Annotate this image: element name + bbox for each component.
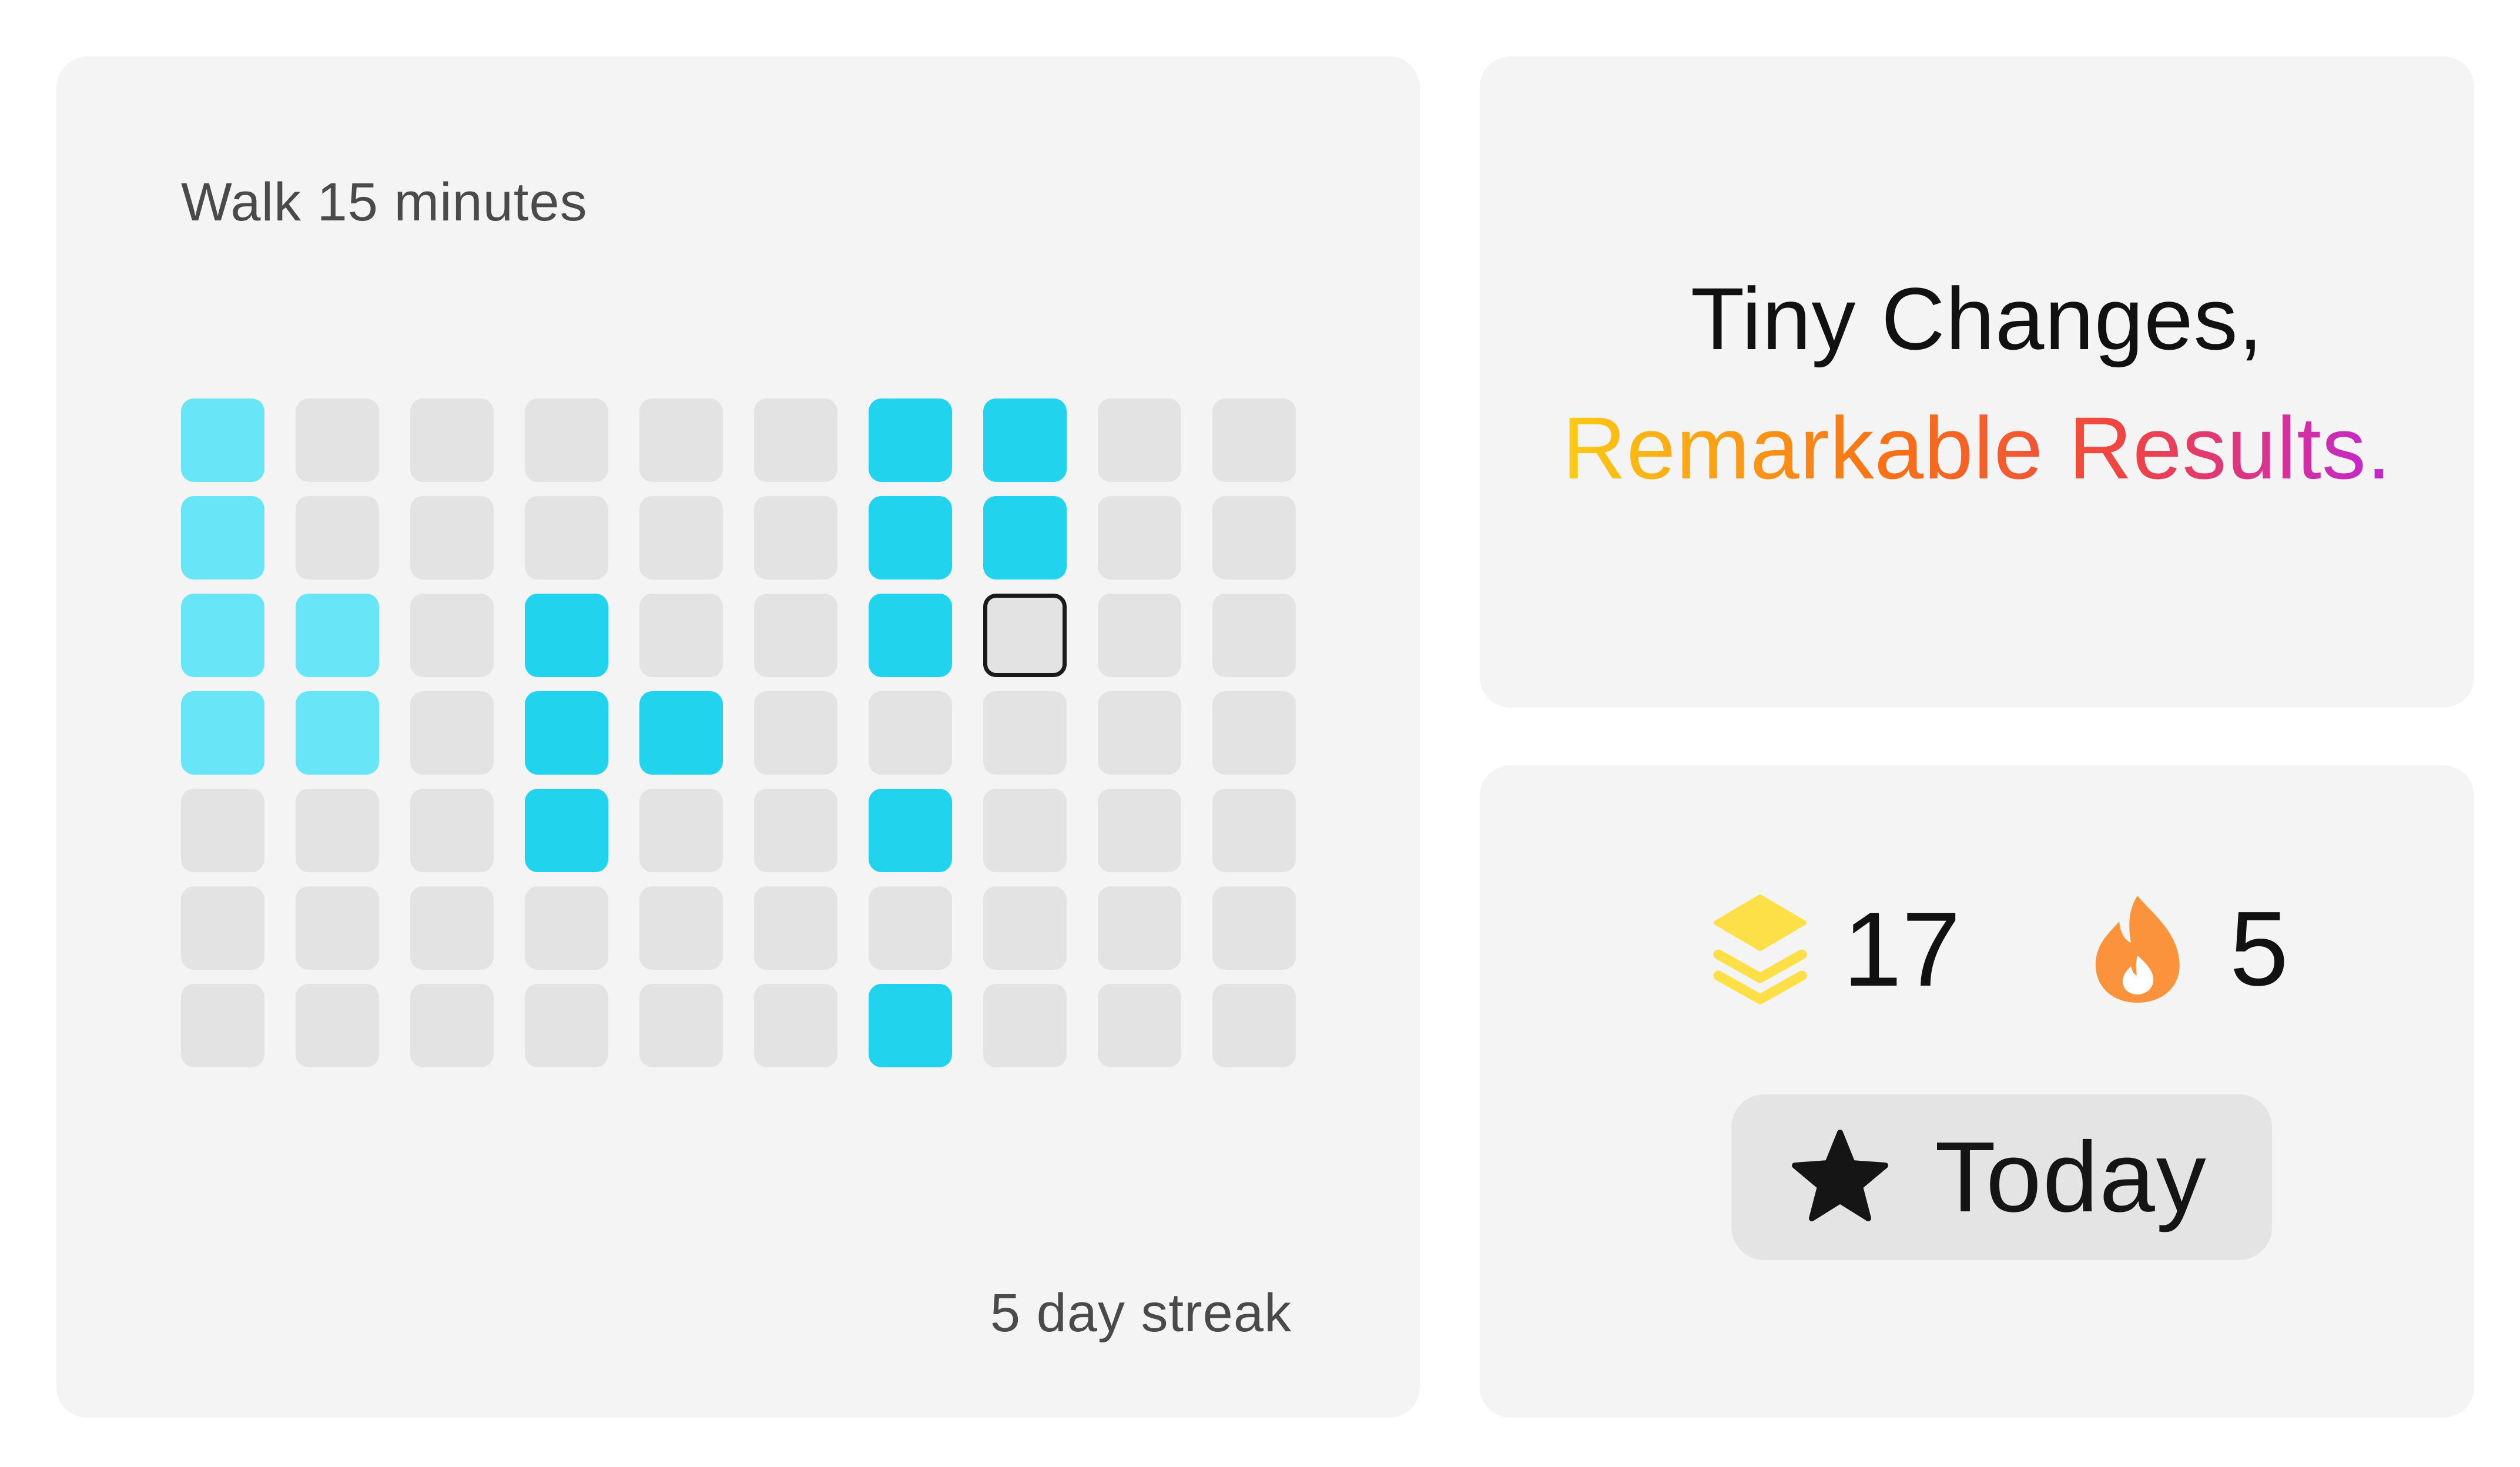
- day-cell[interactable]: [525, 984, 608, 1067]
- quote-line-2-wrap: Remarkable Results.: [1480, 397, 2474, 499]
- habit-card: Walk 15 minutes 5 day streak: [56, 56, 1420, 1418]
- day-cell[interactable]: [983, 789, 1067, 872]
- quote-line-2: Remarkable Results.: [1562, 398, 2392, 497]
- day-cell[interactable]: [639, 496, 723, 580]
- day-cell[interactable]: [754, 886, 837, 970]
- day-cell[interactable]: [1098, 594, 1181, 677]
- today-cell[interactable]: [983, 594, 1067, 677]
- day-cell[interactable]: [181, 594, 264, 677]
- day-cell[interactable]: [1098, 789, 1181, 872]
- streak-label: 5 day streak: [990, 1283, 1292, 1343]
- day-cell[interactable]: [1212, 398, 1296, 482]
- day-cell[interactable]: [983, 691, 1067, 775]
- total-count: 17: [1843, 890, 1961, 1009]
- quote-card: Tiny Changes, Remarkable Results.: [1480, 56, 2474, 708]
- day-cell[interactable]: [181, 691, 264, 775]
- day-cell[interactable]: [410, 789, 494, 872]
- day-cell[interactable]: [410, 984, 494, 1067]
- day-cell[interactable]: [181, 984, 264, 1067]
- day-cell[interactable]: [754, 691, 837, 775]
- day-cell[interactable]: [869, 691, 952, 775]
- day-cell[interactable]: [525, 886, 608, 970]
- day-cell[interactable]: [639, 886, 723, 970]
- day-cell[interactable]: [1212, 496, 1296, 580]
- day-cell[interactable]: [1212, 594, 1296, 677]
- day-cell[interactable]: [296, 984, 379, 1067]
- day-cell[interactable]: [754, 594, 837, 677]
- day-cell[interactable]: [296, 789, 379, 872]
- day-cell[interactable]: [869, 496, 952, 580]
- streak-count: 5: [2230, 890, 2289, 1008]
- day-cell[interactable]: [525, 398, 608, 482]
- day-cell[interactable]: [1098, 398, 1181, 482]
- day-cell[interactable]: [983, 886, 1067, 970]
- day-cell[interactable]: [1212, 691, 1296, 775]
- day-cell[interactable]: [1098, 691, 1181, 775]
- quote-line-1: Tiny Changes,: [1690, 269, 2264, 368]
- today-button[interactable]: Today: [1731, 1094, 2272, 1260]
- day-cell[interactable]: [296, 691, 379, 775]
- day-cell[interactable]: [525, 594, 608, 677]
- day-cell[interactable]: [410, 398, 494, 482]
- habit-title: Walk 15 minutes: [181, 172, 588, 232]
- stats-card: 17 5 Today: [1480, 765, 2474, 1418]
- day-cell[interactable]: [1212, 984, 1296, 1067]
- day-cell[interactable]: [754, 789, 837, 872]
- day-cell[interactable]: [410, 886, 494, 970]
- day-cell[interactable]: [983, 496, 1067, 580]
- day-cell[interactable]: [639, 691, 723, 775]
- day-cell[interactable]: [754, 398, 837, 482]
- day-cell[interactable]: [1098, 984, 1181, 1067]
- day-cell[interactable]: [525, 496, 608, 580]
- day-cell[interactable]: [410, 496, 494, 580]
- day-cell[interactable]: [1212, 886, 1296, 970]
- day-cell[interactable]: [754, 984, 837, 1067]
- day-cell[interactable]: [296, 594, 379, 677]
- day-cell[interactable]: [1098, 496, 1181, 580]
- day-cell[interactable]: [181, 886, 264, 970]
- day-cell[interactable]: [983, 984, 1067, 1067]
- day-cell[interactable]: [525, 789, 608, 872]
- streak-stat: 5: [2092, 893, 2288, 1005]
- day-cell[interactable]: [525, 691, 608, 775]
- day-cell[interactable]: [639, 398, 723, 482]
- day-cell[interactable]: [181, 496, 264, 580]
- day-cell[interactable]: [639, 594, 723, 677]
- day-cell[interactable]: [639, 984, 723, 1067]
- day-cell[interactable]: [869, 886, 952, 970]
- day-cell[interactable]: [410, 594, 494, 677]
- fire-icon: [2092, 893, 2183, 1005]
- day-cell[interactable]: [869, 398, 952, 482]
- today-label: Today: [1935, 1121, 2207, 1233]
- day-cell[interactable]: [754, 496, 837, 580]
- day-cell[interactable]: [296, 886, 379, 970]
- star-icon: [1790, 1129, 1935, 1226]
- day-cell[interactable]: [869, 594, 952, 677]
- layers-icon: [1710, 893, 1810, 1006]
- day-cell[interactable]: [410, 691, 494, 775]
- day-cell[interactable]: [869, 984, 952, 1067]
- day-cell[interactable]: [869, 789, 952, 872]
- day-cell[interactable]: [1212, 789, 1296, 872]
- day-cell[interactable]: [1098, 886, 1181, 970]
- day-cell[interactable]: [296, 496, 379, 580]
- total-stat: 17: [1710, 893, 1961, 1006]
- day-cell[interactable]: [639, 789, 723, 872]
- day-cell[interactable]: [181, 398, 264, 482]
- day-cell[interactable]: [983, 398, 1067, 482]
- day-cell[interactable]: [181, 789, 264, 872]
- day-cell[interactable]: [296, 398, 379, 482]
- habit-grid: [181, 398, 1296, 1067]
